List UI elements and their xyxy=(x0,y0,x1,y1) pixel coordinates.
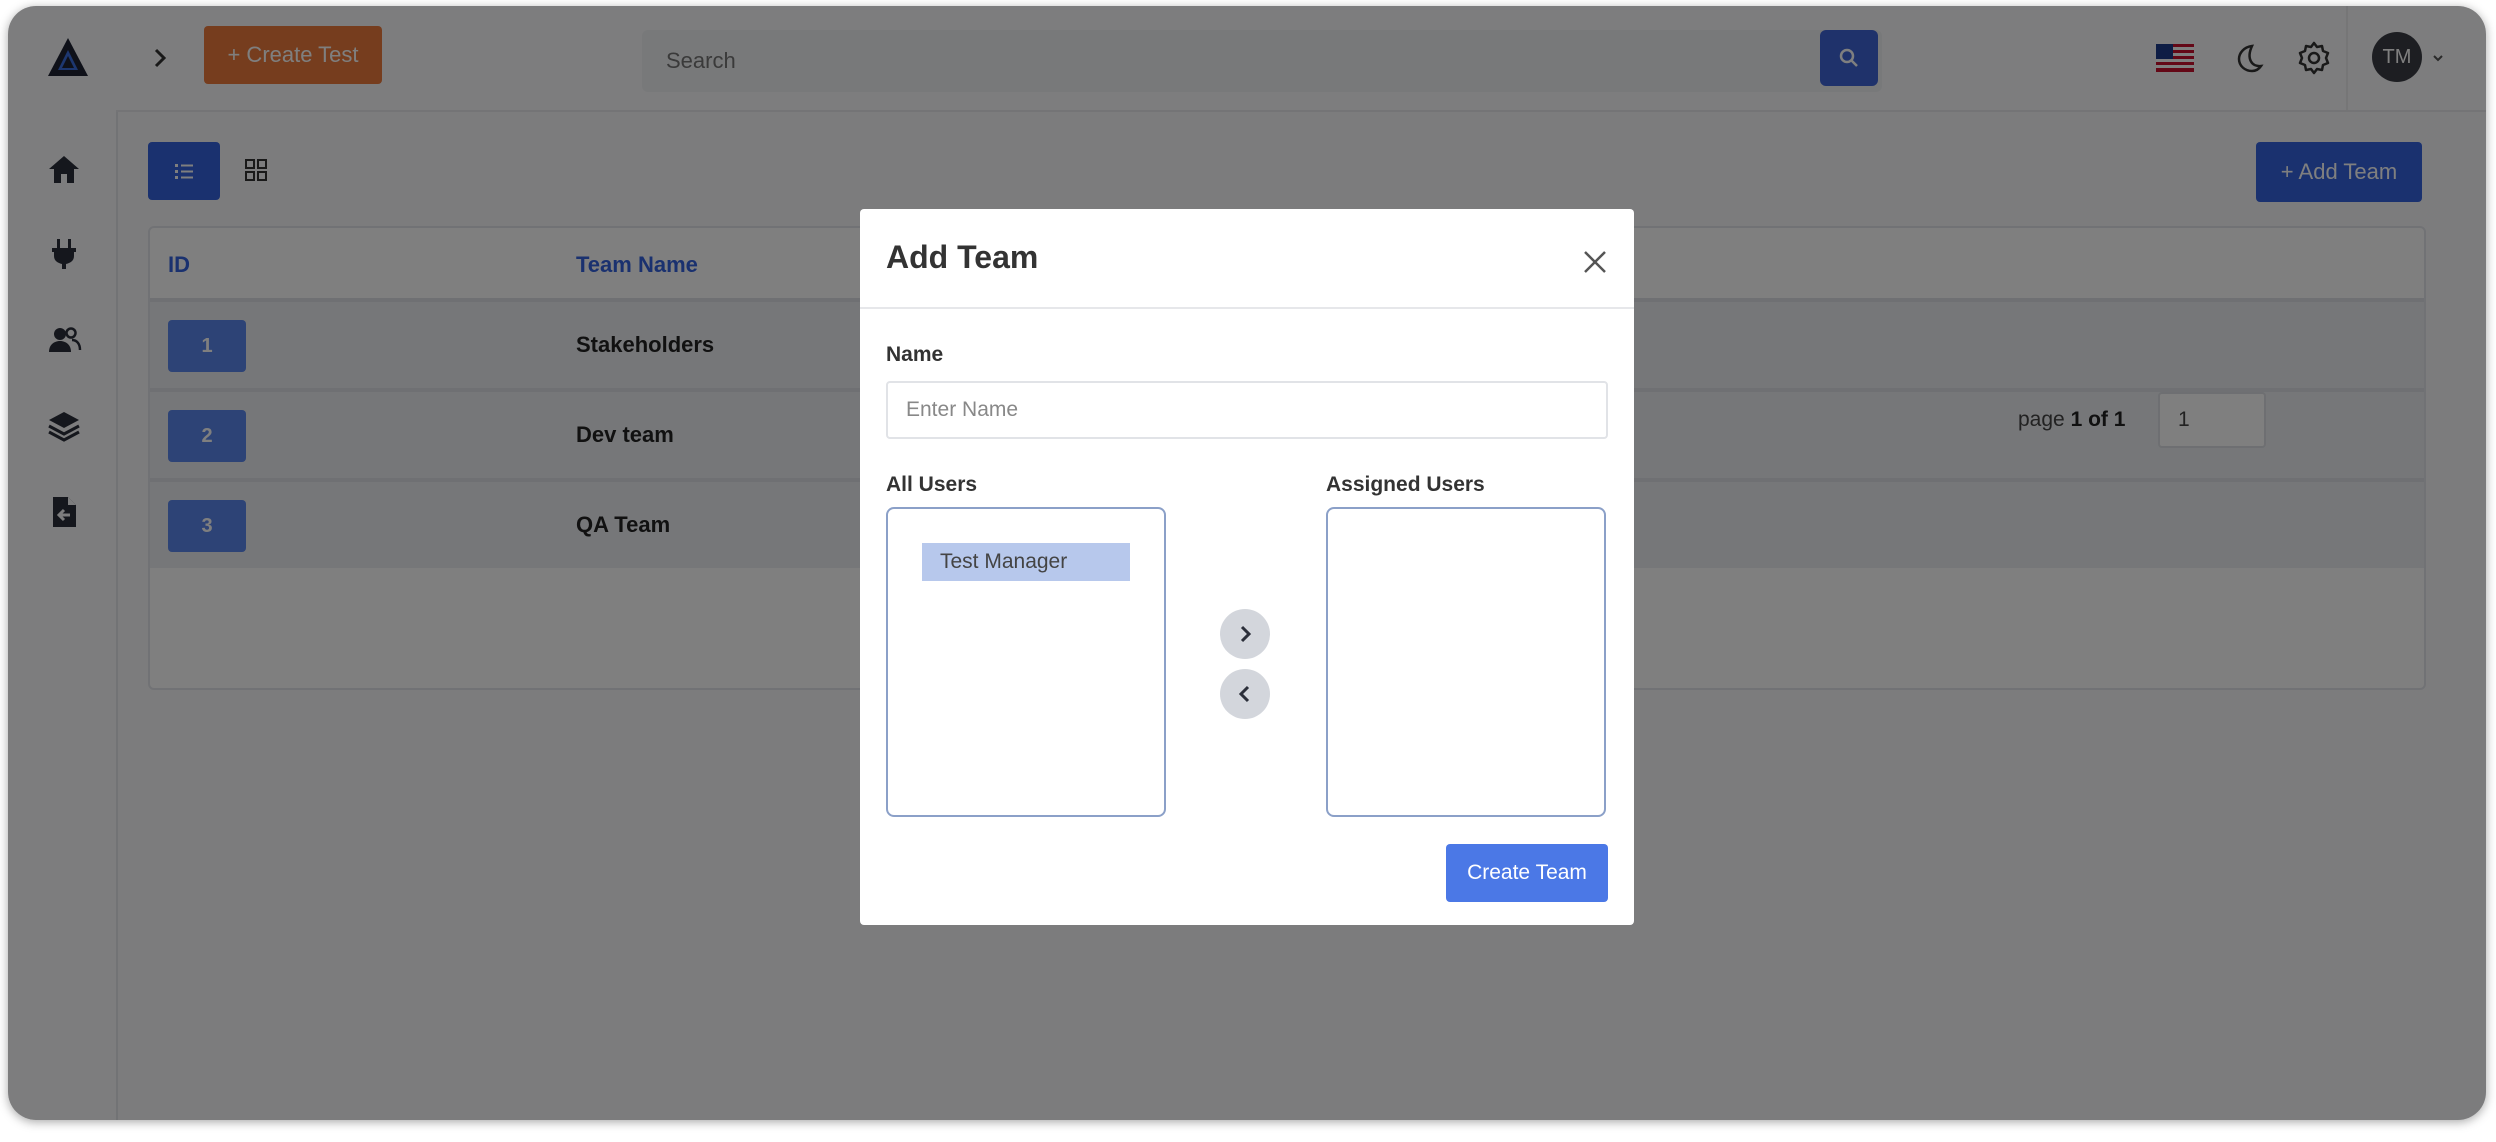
close-icon[interactable] xyxy=(1582,249,1608,275)
list-item[interactable]: Test Manager xyxy=(922,543,1130,581)
add-team-modal: Add Team Name All Users Assigned Users T… xyxy=(860,209,1634,925)
chevron-left-icon xyxy=(1238,685,1250,703)
modal-title: Add Team xyxy=(886,239,1039,275)
modal-header: Add Team xyxy=(860,209,1634,309)
assign-user-button[interactable] xyxy=(1220,609,1270,659)
app-window: + Create Test TM xyxy=(8,6,2486,1120)
create-team-button[interactable]: Create Team xyxy=(1446,844,1608,902)
all-users-list[interactable]: Test Manager xyxy=(886,507,1166,817)
assigned-users-list[interactable] xyxy=(1326,507,1606,817)
chevron-right-icon xyxy=(1240,625,1252,643)
team-name-field[interactable] xyxy=(886,381,1608,439)
all-users-label: All Users xyxy=(886,473,978,496)
name-label: Name xyxy=(886,343,944,366)
assigned-users-label: Assigned Users xyxy=(1326,473,1485,496)
unassign-user-button[interactable] xyxy=(1220,669,1270,719)
